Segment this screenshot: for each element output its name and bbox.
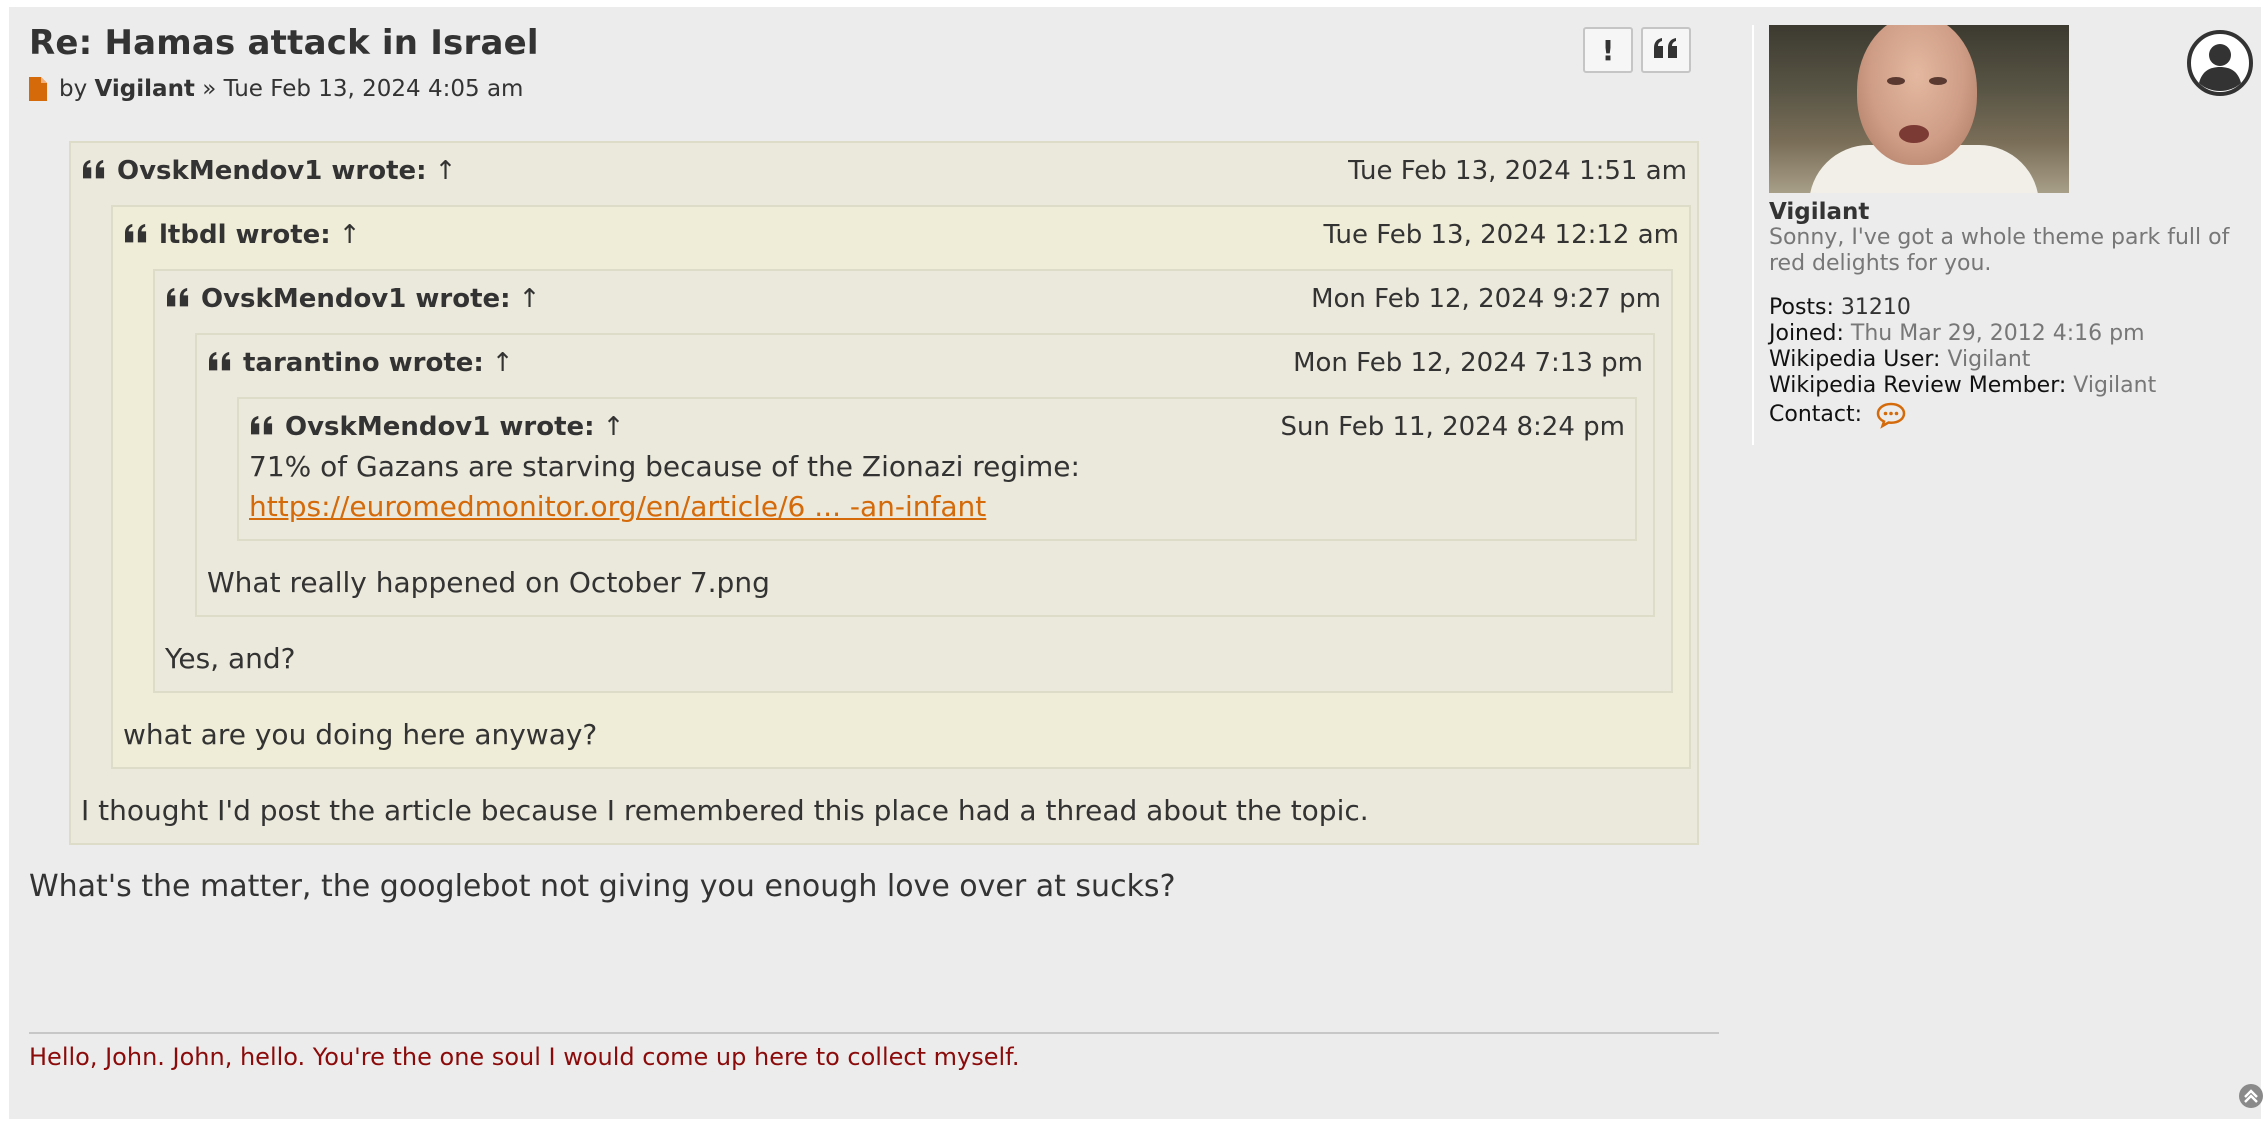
report-button[interactable]: !: [1583, 27, 1633, 73]
quote-text: What really happened on October 7.png: [207, 566, 770, 599]
post-buttons: !: [1583, 27, 1691, 73]
quote-cite: OvskMendov1 wrote: ↑ Mon Feb 12, 2024 9:2…: [165, 279, 1661, 319]
wiki-user-label: Wikipedia User:: [1769, 347, 1941, 372]
file-icon[interactable]: [29, 77, 47, 101]
post-title[interactable]: Re: Hamas attack in Israel: [29, 21, 1719, 65]
jump-to-post-arrow[interactable]: ↑: [492, 343, 514, 383]
quote-text: Yes, and?: [165, 642, 296, 675]
quote-cite: OvskMendov1 wrote: ↑ Tue Feb 13, 2024 1:5…: [81, 151, 1687, 191]
quote-author-wrap: ltbdl wrote: ↑: [123, 215, 361, 255]
quote-text: 71% of Gazans are starving because of th…: [249, 450, 1080, 483]
profile-contact: Contact:: [1769, 401, 2249, 429]
back-to-top-icon[interactable]: [2238, 1083, 2264, 1109]
article-link[interactable]: https://euromedmonitor.org/en/article/6 …: [249, 490, 986, 523]
profile-wiki-review: Wikipedia Review Member: Vigilant: [1769, 373, 2249, 399]
quote-author[interactable]: ltbdl wrote:: [159, 215, 331, 255]
avatar-mouth: [1899, 125, 1929, 143]
contact-chat-icon[interactable]: [1875, 401, 1907, 429]
jump-to-post-arrow[interactable]: ↑: [339, 215, 361, 255]
quote-icon: [125, 224, 147, 243]
quote-level-2: ltbdl wrote: ↑ Tue Feb 13, 2024 12:12 am …: [111, 205, 1691, 769]
quote-cite: ltbdl wrote: ↑ Tue Feb 13, 2024 12:12 am: [123, 215, 1679, 255]
quote-date: Tue Feb 13, 2024 1:51 am: [1348, 156, 1687, 186]
profile-details: Posts: 31210 Joined: Thu Mar 29, 2012 4:…: [1769, 295, 2249, 429]
avatar-face: [1857, 25, 1977, 165]
quote-level-3: OvskMendov1 wrote: ↑ Mon Feb 12, 2024 9:2…: [153, 269, 1673, 693]
quote-text: I thought I'd post the article because I…: [81, 794, 1369, 827]
avatar[interactable]: [1769, 25, 2069, 193]
quote-cite: tarantino wrote: ↑ Mon Feb 12, 2024 7:13 …: [207, 343, 1643, 383]
meta-separator: »: [202, 76, 217, 102]
quote-text: what are you doing here anyway?: [123, 718, 598, 751]
profile-divider: [1752, 25, 1754, 445]
signature: Hello, John. John, hello. You're the one…: [29, 1043, 1020, 1071]
wiki-user-value: Vigilant: [1947, 347, 2031, 372]
quote-author[interactable]: OvskMendov1 wrote:: [285, 407, 595, 447]
quote-date: Sun Feb 11, 2024 8:24 pm: [1280, 412, 1625, 442]
quote-cite: OvskMendov1 wrote: ↑ Sun Feb 11, 2024 8:2…: [249, 407, 1625, 447]
quote-author-wrap: OvskMendov1 wrote: ↑: [249, 407, 624, 447]
quote-level-1: OvskMendov1 wrote: ↑ Tue Feb 13, 2024 1:5…: [69, 141, 1699, 845]
wiki-review-label: Wikipedia Review Member:: [1769, 373, 2067, 398]
profile-joined: Joined: Thu Mar 29, 2012 4:16 pm: [1769, 321, 2249, 347]
quote-date: Mon Feb 12, 2024 7:13 pm: [1293, 348, 1643, 378]
quote-icon: [167, 288, 189, 307]
quote-author[interactable]: tarantino wrote:: [243, 343, 484, 383]
post-date: Tue Feb 13, 2024 4:05 am: [223, 76, 524, 102]
quote-icon: [83, 160, 105, 179]
avatar-eye: [1887, 77, 1905, 85]
post-content: OvskMendov1 wrote: ↑ Tue Feb 13, 2024 1:5…: [9, 141, 1699, 907]
profile-username[interactable]: Vigilant: [1769, 199, 2249, 225]
user-profile-icon[interactable]: [2186, 29, 2254, 97]
contact-label: Contact:: [1769, 402, 1863, 427]
joined-label: Joined:: [1769, 321, 1844, 346]
quote-level-4: tarantino wrote: ↑ Mon Feb 12, 2024 7:13 …: [195, 333, 1655, 617]
reply-text: What's the matter, the googlebot not giv…: [29, 869, 1176, 904]
post-author[interactable]: Vigilant: [95, 73, 195, 105]
quote-author[interactable]: OvskMendov1 wrote:: [117, 151, 427, 191]
quote-icon: [209, 352, 231, 371]
quote-icon: [251, 416, 273, 435]
quote-author-wrap: OvskMendov1 wrote: ↑: [81, 151, 456, 191]
quote-date: Mon Feb 12, 2024 9:27 pm: [1311, 284, 1661, 314]
wiki-review-value: Vigilant: [2073, 373, 2157, 398]
post-profile: Vigilant Sonny, I've got a whole theme p…: [1769, 25, 2249, 429]
profile-posts: Posts: 31210: [1769, 295, 2249, 321]
quote-icon: [1654, 38, 1677, 58]
quote-author[interactable]: OvskMendov1 wrote:: [201, 279, 511, 319]
posts-label: Posts:: [1769, 295, 1834, 320]
posts-value[interactable]: 31210: [1841, 295, 1911, 320]
joined-value: Thu Mar 29, 2012 4:16 pm: [1850, 321, 2145, 346]
profile-wiki-user: Wikipedia User: Vigilant: [1769, 347, 2249, 373]
avatar-eye: [1929, 77, 1947, 85]
jump-to-post-arrow[interactable]: ↑: [435, 151, 457, 191]
post-meta: by Vigilant » Tue Feb 13, 2024 4:05 am: [29, 73, 1719, 105]
jump-to-post-arrow[interactable]: ↑: [519, 279, 541, 319]
post: Re: Hamas attack in Israel by Vigilant »…: [9, 7, 2264, 1119]
signature-divider: [29, 1032, 1719, 1034]
quote-date: Tue Feb 13, 2024 12:12 am: [1323, 220, 1679, 250]
quote-author-wrap: OvskMendov1 wrote: ↑: [165, 279, 540, 319]
report-label: !: [1601, 33, 1615, 67]
quote-level-5: OvskMendov1 wrote: ↑ Sun Feb 11, 2024 8:2…: [237, 397, 1637, 541]
by-label: by: [59, 76, 88, 102]
jump-to-post-arrow[interactable]: ↑: [603, 407, 625, 447]
quote-button[interactable]: [1641, 27, 1691, 73]
post-header: Re: Hamas attack in Israel by Vigilant »…: [29, 21, 1719, 105]
profile-rank: Sonny, I've got a whole theme park full …: [1769, 225, 2230, 276]
quote-author-wrap: tarantino wrote: ↑: [207, 343, 514, 383]
